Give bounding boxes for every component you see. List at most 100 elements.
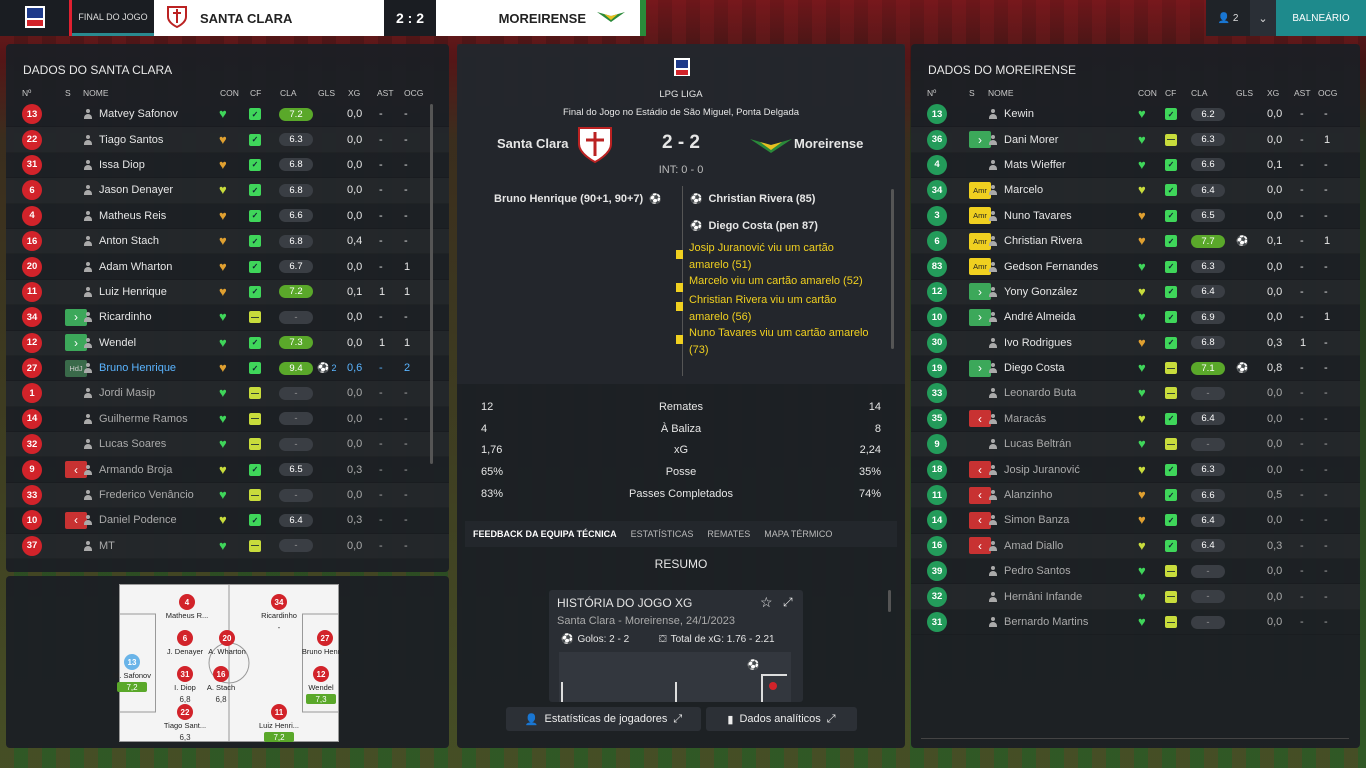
- table-row[interactable]: 6 Jason Denayer ♥ ✓ 6.8 0,0 - -: [6, 178, 449, 204]
- player-name[interactable]: Mats Wieffer: [1004, 159, 1066, 171]
- table-row[interactable]: 34 Amr Marcelo ♥ ✓ 6.4 0,0 - -: [911, 178, 1360, 204]
- header-ocg[interactable]: OCG: [404, 88, 428, 98]
- player-name[interactable]: Nuno Tavares: [1004, 210, 1072, 222]
- formation-player-dot[interactable]: 22: [177, 704, 193, 720]
- table-row[interactable]: 22 Tiago Santos ♥ ✓ 6.3 0,0 - -: [6, 127, 449, 153]
- table-row[interactable]: 3 Amr Nuno Tavares ♥ ✓ 6.5 0,0 - -: [911, 204, 1360, 229]
- player-name[interactable]: Ricardinho: [99, 311, 152, 323]
- table-row[interactable]: 32 Lucas Soares ♥ — - 0,0 - -: [6, 432, 449, 458]
- formation-pitch[interactable]: 4 Matheus R... 34 Ricardinho -6 J. Denayer 20 A…: [113, 584, 348, 742]
- table-row[interactable]: 18 ‹ Josip Juranović ♥ ✓ 6.3 0,0 - -: [911, 457, 1360, 483]
- player-name[interactable]: Bernardo Martins: [1004, 616, 1088, 628]
- formation-player-dot[interactable]: 13: [124, 654, 140, 670]
- table-row[interactable]: 13 Matvey Safonov ♥ ✓ 7.2 0,0 - -: [6, 102, 449, 128]
- tab-feedback[interactable]: FEEDBACK DA EQUIPA TÉCNICA: [473, 529, 617, 539]
- header-cla[interactable]: CLA: [1191, 88, 1236, 98]
- xg-story-card[interactable]: HISTÓRIA DO JOGO XG ☆ ⤢ Santa Clara - Mo…: [549, 590, 803, 702]
- table-row[interactable]: 36 › Dani Morer ♥ — 6.3 0,0 - 1: [911, 127, 1360, 153]
- expand-icon[interactable]: ⤢: [783, 595, 793, 610]
- player-name[interactable]: Guilherme Ramos: [99, 413, 188, 425]
- tab-mapa-termico[interactable]: MAPA TÉRMICO: [764, 529, 832, 539]
- player-name[interactable]: MT: [99, 540, 115, 552]
- header-num[interactable]: Nº: [22, 88, 65, 98]
- player-name[interactable]: Luiz Henrique: [99, 286, 167, 298]
- users-button[interactable]: 👤 2: [1206, 0, 1250, 36]
- formation-player-dot[interactable]: 6: [177, 630, 193, 646]
- table-row[interactable]: 11 ‹ Alanzinho ♥ ✓ 6.6 0,5 - -: [911, 483, 1360, 509]
- header-con[interactable]: CON: [220, 88, 250, 98]
- table-row[interactable]: 12 › Yony González ♥ ✓ 6.4 0,0 - -: [911, 280, 1360, 306]
- header-ast[interactable]: AST: [377, 88, 404, 98]
- player-name[interactable]: Pedro Santos: [1004, 565, 1071, 577]
- player-name[interactable]: Anton Stach: [99, 235, 159, 247]
- table-row[interactable]: 4 Mats Wieffer ♥ ✓ 6.6 0,1 - -: [911, 153, 1360, 179]
- formation-player-dot[interactable]: 4: [179, 594, 195, 610]
- table-row[interactable]: 31 Issa Diop ♥ ✓ 6.8 0,0 - -: [6, 153, 449, 179]
- header-xg[interactable]: XG: [1267, 88, 1294, 98]
- table-row[interactable]: 14 ‹ Simon Banza ♥ ✓ 6.4 0,0 - -: [911, 508, 1360, 534]
- away-team[interactable]: MOREIRENSE: [436, 0, 646, 36]
- table-row[interactable]: 6 Amr Christian Rivera ♥ ✓ 7.7 ⚽ 0,1 - 1: [911, 229, 1360, 255]
- table-row[interactable]: 9 ‹ Armando Broja ♥ ✓ 6.5 0,3 - -: [6, 457, 449, 483]
- formation-player-dot[interactable]: 16: [213, 666, 229, 682]
- header-cla[interactable]: CLA: [280, 88, 318, 98]
- table-row[interactable]: 39 Pedro Santos ♥ — - 0,0 - -: [911, 559, 1360, 585]
- player-name[interactable]: Adam Wharton: [99, 261, 172, 273]
- resumo-scrollbar[interactable]: [888, 590, 891, 612]
- table-row[interactable]: 9 Lucas Beltrán ♥ — - 0,0 - -: [911, 432, 1360, 458]
- table-row[interactable]: 83 Amr Gedson Fernandes ♥ ✓ 6.3 0,0 - -: [911, 254, 1360, 280]
- scrollbar[interactable]: [430, 104, 433, 464]
- player-name[interactable]: Alanzinho: [1004, 489, 1052, 501]
- table-row[interactable]: 33 Frederico Venâncio ♥ — - 0,0 - -: [6, 483, 449, 509]
- header-con[interactable]: CON: [1138, 88, 1165, 98]
- star-icon[interactable]: ☆: [760, 594, 773, 611]
- home-team[interactable]: SANTA CLARA: [154, 0, 384, 36]
- table-row[interactable]: 37 MT ♥ — - 0,0 - -: [6, 534, 449, 560]
- header-gls[interactable]: GLS: [1236, 88, 1267, 98]
- player-stats-button[interactable]: 👤 Estatísticas de jogadores ⤢: [506, 707, 701, 731]
- tab-estatisticas[interactable]: ESTATÍSTICAS: [631, 529, 694, 539]
- table-row[interactable]: 34 › Ricardinho ♥ — - 0,0 - -: [6, 305, 449, 331]
- player-name[interactable]: Christian Rivera: [1004, 235, 1082, 247]
- formation-player-dot[interactable]: 31: [177, 666, 193, 682]
- player-name[interactable]: Hernâni Infande: [1004, 591, 1082, 603]
- player-name[interactable]: Marcelo: [1004, 184, 1043, 196]
- formation-player-dot[interactable]: 12: [313, 666, 329, 682]
- player-name[interactable]: Dani Morer: [1004, 134, 1058, 146]
- player-name[interactable]: Jordi Masip: [99, 387, 155, 399]
- table-row[interactable]: 4 Matheus Reis ♥ ✓ 6.6 0,0 - -: [6, 204, 449, 229]
- player-name[interactable]: Kewin: [1004, 108, 1034, 120]
- header-ast[interactable]: AST: [1294, 88, 1318, 98]
- player-name[interactable]: Simon Banza: [1004, 514, 1069, 526]
- player-name[interactable]: Josip Juranović: [1004, 464, 1080, 476]
- player-name[interactable]: Diego Costa: [1004, 362, 1065, 374]
- events-scrollbar[interactable]: [891, 189, 894, 349]
- player-name[interactable]: Daniel Podence: [99, 514, 177, 526]
- header-name[interactable]: NOME: [83, 88, 220, 98]
- player-name[interactable]: Lucas Soares: [99, 438, 166, 450]
- chevron-down-icon[interactable]: ⌄: [1250, 0, 1276, 36]
- player-name[interactable]: Gedson Fernandes: [1004, 261, 1098, 273]
- player-name[interactable]: Issa Diop: [99, 159, 145, 171]
- header-cf[interactable]: CF: [250, 88, 280, 98]
- player-name[interactable]: Tiago Santos: [99, 134, 163, 146]
- table-row[interactable]: 16 ‹ Amad Diallo ♥ ✓ 6.4 0,3 - -: [911, 534, 1360, 560]
- header-xg[interactable]: XG: [348, 88, 377, 98]
- formation-player-dot[interactable]: 11: [271, 704, 287, 720]
- analytics-button[interactable]: ▮ Dados analíticos ⤢: [706, 707, 857, 731]
- tab-remates[interactable]: REMATES: [707, 529, 750, 539]
- league-name[interactable]: LPG LIGA: [457, 89, 905, 100]
- player-name[interactable]: Ivo Rodrigues: [1004, 337, 1072, 349]
- header-num[interactable]: Nº: [927, 88, 969, 98]
- table-row[interactable]: 11 Luiz Henrique ♥ ✓ 7.2 0,1 1 1: [6, 280, 449, 306]
- table-row[interactable]: 14 Guilherme Ramos ♥ — - 0,0 - -: [6, 407, 449, 433]
- table-row[interactable]: 20 Adam Wharton ♥ ✓ 6.7 0,0 - 1: [6, 254, 449, 280]
- table-row[interactable]: 1 Jordi Masip ♥ — - 0,0 - -: [6, 381, 449, 407]
- table-row[interactable]: 19 › Diego Costa ♥ — 7.1 ⚽ 0,8 - -: [911, 356, 1360, 382]
- header-ocg[interactable]: OCG: [1318, 88, 1342, 98]
- formation-player-dot[interactable]: 20: [219, 630, 235, 646]
- header-gls[interactable]: GLS: [318, 88, 348, 98]
- table-row[interactable]: 10 › André Almeida ♥ ✓ 6.9 0,0 - 1: [911, 305, 1360, 331]
- table-row[interactable]: 35 ‹ Maracás ♥ ✓ 6.4 0,0 - -: [911, 407, 1360, 433]
- header-cf[interactable]: CF: [1165, 88, 1191, 98]
